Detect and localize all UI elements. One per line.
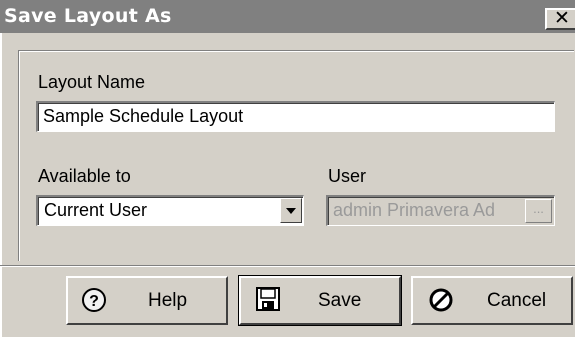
layout-name-input[interactable]: Sample Schedule Layout (36, 101, 555, 132)
save-layout-dialog: Save Layout As ✕ Layout Name Sample Sche… (0, 0, 575, 337)
close-button[interactable]: ✕ (545, 8, 575, 30)
help-icon: ? (82, 288, 106, 312)
layout-name-value: Sample Schedule Layout (43, 106, 244, 126)
layout-name-label: Layout Name (38, 72, 146, 92)
available-to-dropdown[interactable]: Current User (36, 195, 304, 226)
available-to-value: Current User (44, 200, 148, 220)
available-to-label: Available to (38, 166, 131, 186)
help-button-label: Help (148, 290, 188, 311)
svg-text:?: ? (89, 293, 99, 310)
dialog-title: Save Layout As (4, 5, 172, 27)
save-button[interactable]: Save (238, 275, 402, 326)
user-browse-button[interactable]: ... (525, 199, 552, 223)
separator-highlight (0, 266, 575, 267)
window-edge (0, 33, 2, 337)
floppy-disk-icon (256, 287, 280, 311)
close-icon: ✕ (554, 8, 570, 29)
user-field: admin Primavera Ad ... (326, 195, 555, 226)
chevron-down-icon[interactable] (280, 198, 302, 223)
cancel-button[interactable]: Cancel (411, 276, 573, 325)
title-bar[interactable]: Save Layout As ✕ (0, 0, 575, 33)
user-value: admin Primavera Ad (333, 200, 496, 220)
help-button[interactable]: ? Help (66, 276, 228, 325)
cancel-button-label: Cancel (487, 290, 547, 311)
save-button-label: Save (318, 290, 362, 311)
cancel-icon (429, 288, 453, 312)
ellipsis-icon: ... (533, 201, 544, 216)
user-label: User (328, 166, 367, 186)
